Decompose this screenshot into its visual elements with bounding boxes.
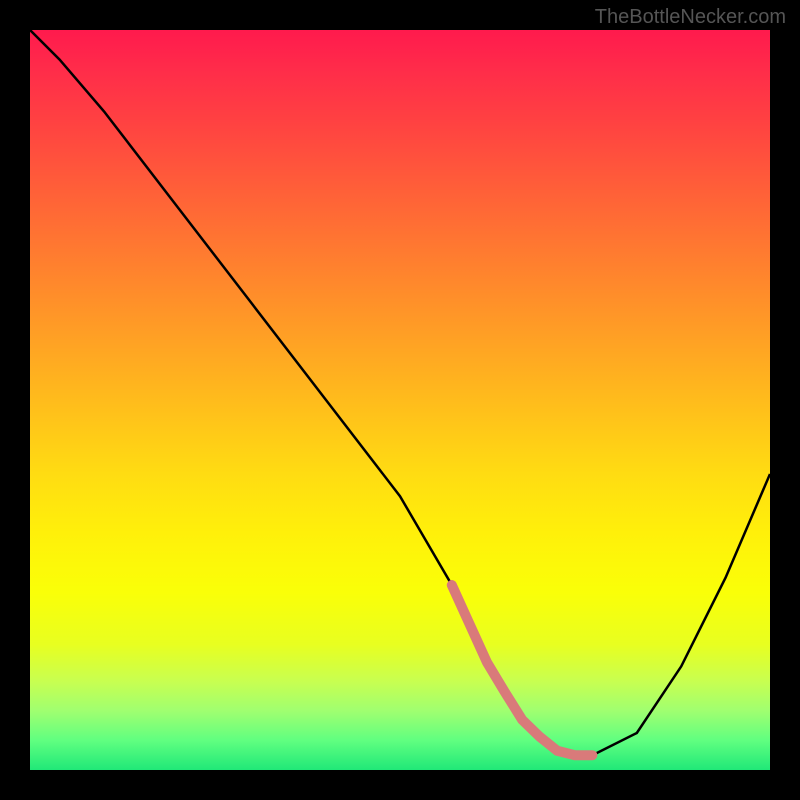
chart-plot-area xyxy=(30,30,770,770)
attribution-text: TheBottleNecker.com xyxy=(595,6,786,29)
highlight-band xyxy=(452,585,593,755)
chart-svg xyxy=(30,30,770,770)
bottleneck-curve-line xyxy=(30,30,770,755)
